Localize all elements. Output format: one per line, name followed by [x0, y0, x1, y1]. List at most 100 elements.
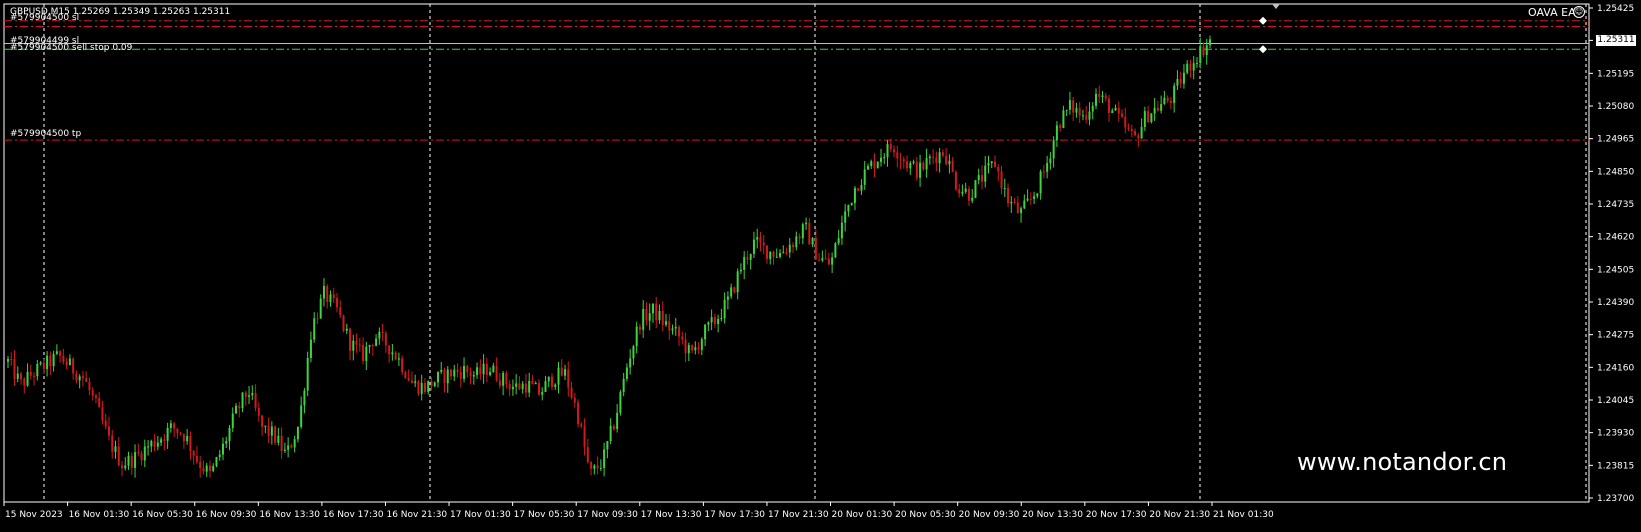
candle-body	[596, 465, 599, 469]
candle-body	[202, 468, 205, 472]
candle-body	[544, 381, 547, 392]
candle-body	[33, 375, 36, 377]
candle-body	[821, 258, 824, 261]
candle-body	[609, 425, 612, 442]
candle-body	[765, 245, 768, 260]
candle-body	[557, 367, 560, 385]
candle-body	[1085, 115, 1088, 120]
candle-body	[547, 376, 550, 382]
candle-body	[580, 424, 583, 427]
candle-body	[1055, 125, 1058, 141]
candle-body	[990, 161, 993, 164]
candle-body	[805, 222, 808, 225]
time-axis-label: 20 Nov 21:30	[1149, 510, 1210, 520]
candle-body	[593, 465, 596, 469]
candle-body	[661, 310, 664, 325]
order-label-tp[interactable]: #579904500 tp	[10, 129, 81, 139]
price-axis-label: 1.24850	[1597, 167, 1634, 177]
candle-body	[651, 303, 654, 314]
candle-body	[186, 436, 189, 442]
candle-body	[26, 371, 29, 386]
candle-body	[707, 322, 710, 325]
candle-body	[606, 441, 609, 450]
candle-body	[1003, 188, 1006, 190]
candle-body	[980, 175, 983, 182]
price-axis-label: 1.25195	[1597, 69, 1634, 79]
candle-body	[476, 367, 479, 376]
candle-body	[658, 310, 661, 321]
candle-body	[717, 318, 720, 324]
candle-body	[349, 328, 352, 351]
candle-body	[208, 465, 211, 471]
candle-body	[779, 253, 782, 257]
candle-body	[896, 152, 899, 159]
candle-body	[215, 457, 218, 466]
time-axis-label: 16 Nov 01:30	[69, 510, 130, 520]
candle-body	[316, 318, 319, 320]
order-label-sell-stop[interactable]: #579904500 sell stop 0.09	[10, 43, 132, 53]
price-axis-label: 1.24045	[1597, 396, 1634, 406]
candle-body	[964, 188, 967, 192]
candle-body	[866, 165, 869, 170]
candle-body	[52, 353, 55, 367]
candle-body	[632, 346, 635, 359]
candle-body	[870, 161, 873, 166]
candle-body	[932, 156, 935, 158]
time-axis-label: 20 Nov 05:30	[895, 510, 956, 520]
time-axis-label: 15 Nov 2023	[5, 510, 63, 520]
candle-body	[495, 365, 498, 381]
candle-body	[277, 435, 280, 443]
candle-body	[72, 358, 75, 374]
candle-body	[733, 287, 736, 293]
candle-body	[195, 455, 198, 462]
order-label-sl-1[interactable]: #579904500 sl	[10, 13, 79, 23]
candle-body	[221, 443, 224, 455]
candle-body	[1033, 196, 1036, 199]
candle-body	[1065, 109, 1068, 111]
candle-body	[935, 157, 938, 164]
candle-body	[665, 321, 668, 325]
candle-body	[795, 236, 798, 248]
candle-body	[586, 447, 589, 463]
candle-body	[1205, 45, 1208, 56]
candle-body	[1081, 115, 1084, 117]
candle-body	[922, 162, 925, 170]
candle-body	[397, 358, 400, 360]
candle-body	[436, 372, 439, 383]
candle-body	[528, 380, 531, 393]
candle-body	[290, 445, 293, 448]
candle-body	[909, 162, 912, 169]
candle-body	[801, 224, 804, 239]
candle-body	[1111, 110, 1114, 113]
candle-body	[967, 188, 970, 201]
candle-body	[570, 387, 573, 398]
candle-body	[20, 373, 23, 380]
candle-body	[430, 380, 433, 387]
candle-body	[1075, 108, 1078, 113]
candle-body	[938, 152, 941, 164]
candle-body	[759, 237, 762, 243]
candle-body	[720, 318, 723, 320]
candle-body	[915, 161, 918, 178]
expert-advisor-name[interactable]: OAVA EA	[1528, 6, 1576, 19]
time-axis-label: 17 Nov 01:30	[450, 510, 511, 520]
candle-body	[1052, 140, 1055, 159]
candle-body	[75, 373, 78, 381]
candle-body	[88, 381, 91, 391]
candle-body	[550, 376, 553, 387]
candle-body	[521, 383, 524, 390]
candle-body	[984, 165, 987, 182]
candle-body	[381, 331, 384, 334]
candle-body	[1199, 46, 1202, 64]
candle-body	[1013, 201, 1016, 203]
candle-body	[81, 376, 84, 379]
candle-body	[482, 363, 485, 375]
order-marker-icon	[1259, 45, 1267, 54]
candle-body	[326, 286, 329, 302]
smiley-icon[interactable]: ☺	[1573, 6, 1585, 18]
candle-body	[300, 405, 303, 427]
candle-body	[746, 256, 749, 260]
candle-body	[248, 395, 251, 397]
candle-body	[472, 375, 475, 377]
candle-body	[1010, 201, 1013, 204]
